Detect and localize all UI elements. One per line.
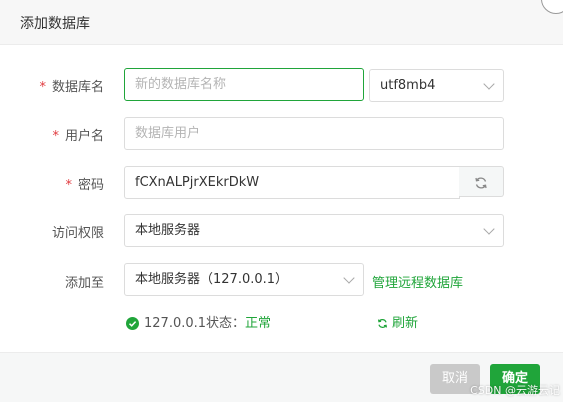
required-mark: * xyxy=(52,129,59,144)
generate-password-button[interactable] xyxy=(459,166,504,197)
required-mark: * xyxy=(65,178,72,193)
status-value: 正常 xyxy=(245,316,272,331)
db-name-input[interactable]: 新的数据库名称 xyxy=(124,68,364,101)
watermark: CSDN @云游云记 xyxy=(470,384,560,397)
refresh-status-link[interactable]: 刷新 xyxy=(377,312,418,331)
refresh-icon xyxy=(475,177,487,189)
access-select[interactable]: 本地服务器 xyxy=(124,214,504,247)
dialog-header: 添加数据库 xyxy=(0,0,563,45)
add-database-dialog: 添加数据库 * 数据库名 新的数据库名称 utf8mb4 * 用户名 数据库用户 *… xyxy=(0,0,563,402)
dialog-title: 添加数据库 xyxy=(20,16,90,32)
chevron-down-icon xyxy=(343,272,355,284)
add-to-value: 本地服务器（127.0.0.1） xyxy=(135,272,289,287)
charset-select[interactable]: utf8mb4 xyxy=(369,69,504,102)
status-prefix: 127.0.0.1状态： xyxy=(144,316,246,331)
chevron-down-icon xyxy=(483,78,495,90)
server-status: 127.0.0.1状态：正常 xyxy=(126,312,271,331)
add-to-select[interactable]: 本地服务器（127.0.0.1） xyxy=(124,263,364,296)
refresh-icon xyxy=(377,319,388,328)
required-mark: * xyxy=(39,80,46,95)
chevron-down-icon xyxy=(483,223,495,235)
password-input[interactable]: fCXnALPjrXEkrDkW xyxy=(124,166,460,199)
db-name-label-text: 数据库名 xyxy=(51,80,104,95)
username-label-text: 用户名 xyxy=(64,129,104,144)
username-label: * 用户名 xyxy=(0,125,104,144)
add-to-label: 添加至 xyxy=(64,276,104,291)
password-label-text: 密码 xyxy=(77,178,104,193)
access-value: 本地服务器 xyxy=(135,223,201,238)
db-name-label: * 数据库名 xyxy=(0,76,104,95)
charset-value: utf8mb4 xyxy=(380,78,436,93)
password-label: * 密码 xyxy=(0,174,104,193)
check-circle-icon xyxy=(126,317,139,330)
access-label: 访问权限 xyxy=(51,226,104,241)
refresh-label: 刷新 xyxy=(392,316,419,331)
username-input[interactable]: 数据库用户 xyxy=(124,117,504,150)
manage-remote-db-link[interactable]: 管理远程数据库 xyxy=(372,272,463,291)
